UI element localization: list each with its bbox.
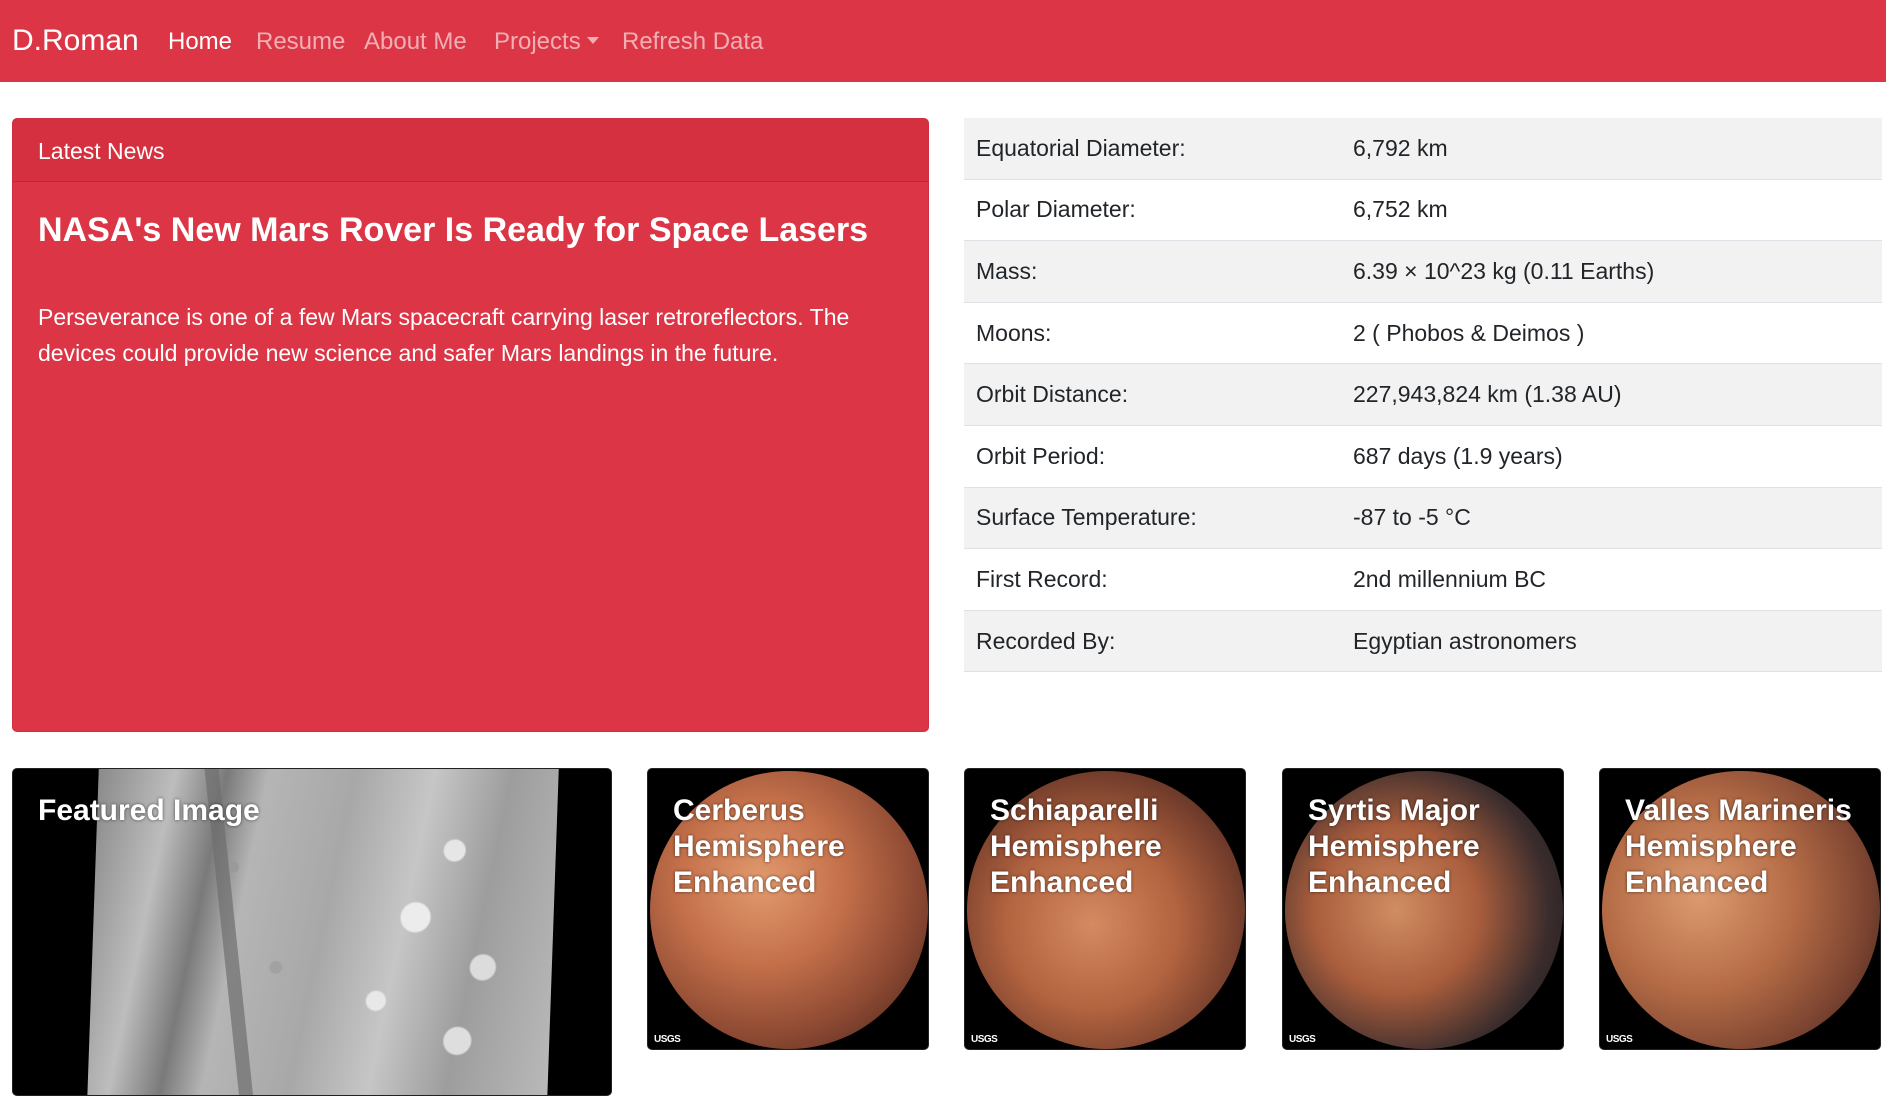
usgs-logo: USGS [654,1034,681,1045]
table-row: First Record: 2nd millennium BC [964,549,1882,611]
hemisphere-title: Cerberus Hemisphere Enhanced [673,794,845,899]
hemisphere-title: Syrtis Major Hemisphere Enhanced [1308,794,1480,899]
hemisphere-title: Valles Marineris Hemisphere Enhanced [1625,794,1852,899]
hemisphere-title: Schiaparelli Hemisphere Enhanced [990,794,1162,899]
brand-link[interactable]: D.Roman [12,20,139,62]
news-title: NASA's New Mars Rover Is Ready for Space… [38,211,869,249]
fact-label: Orbit Distance: [976,381,1129,408]
fact-label: Moons: [976,319,1052,346]
news-body: Perseverance is one of a few Mars spacec… [38,304,850,366]
fact-label: Equatorial Diameter: [976,134,1186,161]
fact-value: 2nd millennium BC [1353,565,1547,592]
table-row: Polar Diameter: 6,752 km [964,180,1882,242]
table-row: Orbit Period: 687 days (1.9 years) [964,426,1882,488]
nav-refresh-data[interactable]: Refresh Data [622,24,763,60]
nav-resume[interactable]: Resume [256,24,345,60]
fact-label: Mass: [976,257,1038,284]
usgs-logo: USGS [1289,1034,1316,1045]
table-row: Recorded By: Egyptian astronomers [964,610,1882,673]
nav-projects-label: Projects [494,28,581,55]
fact-label: First Record: [976,565,1108,592]
hemisphere-card-schiaparelli[interactable]: Schiaparelli Hemisphere Enhanced USGS [964,768,1246,1050]
fact-value: Egyptian astronomers [1353,627,1577,654]
table-row: Orbit Distance: 227,943,824 km (1.38 AU) [964,364,1882,426]
nav-projects-dropdown[interactable]: Projects [494,24,599,60]
fact-value: 2 ( Phobos & Deimos ) [1353,319,1585,346]
fact-label: Surface Temperature: [976,504,1197,531]
navbar: D.Roman Home Resume About Me Projects Re… [0,0,1886,82]
usgs-logo: USGS [971,1034,998,1045]
hemisphere-card-valles-marineris[interactable]: Valles Marineris Hemisphere Enhanced USGS [1599,768,1881,1050]
fact-value: 6.39 × 10^23 kg (0.11 Earths) [1353,257,1655,284]
fact-label: Orbit Period: [976,442,1106,469]
featured-image-card[interactable]: Featured Image [12,768,612,1096]
fact-label: Polar Diameter: [976,196,1136,223]
usgs-logo: USGS [1606,1034,1633,1045]
chevron-down-icon [586,37,599,45]
fact-value: 6,752 km [1353,196,1448,223]
fact-value: 6,792 km [1353,134,1448,161]
hemisphere-card-cerberus[interactable]: Cerberus Hemisphere Enhanced USGS [647,768,929,1050]
table-row: Equatorial Diameter: 6,792 km [964,118,1882,180]
news-card-header: Latest News [13,119,928,182]
table-row: Moons: 2 ( Phobos & Deimos ) [964,303,1882,365]
table-row: Mass: 6.39 × 10^23 kg (0.11 Earths) [964,241,1882,303]
featured-image-title: Featured Image [38,794,260,827]
fact-value: 227,943,824 km (1.38 AU) [1353,381,1622,408]
fact-label: Recorded By: [976,627,1116,654]
table-row: Surface Temperature: -87 to -5 °C [964,487,1882,550]
mars-facts-table: Equatorial Diameter: 6,792 km Polar Diame… [964,118,1882,673]
nav-home[interactable]: Home [168,24,232,60]
latest-news-card: Latest News NASA's New Mars Rover Is Rea… [12,118,929,732]
fact-value: -87 to -5 °C [1353,504,1471,531]
hemisphere-card-syrtis-major[interactable]: Syrtis Major Hemisphere Enhanced USGS [1282,768,1564,1050]
nav-about-me[interactable]: About Me [364,24,467,60]
fact-value: 687 days (1.9 years) [1353,442,1563,469]
